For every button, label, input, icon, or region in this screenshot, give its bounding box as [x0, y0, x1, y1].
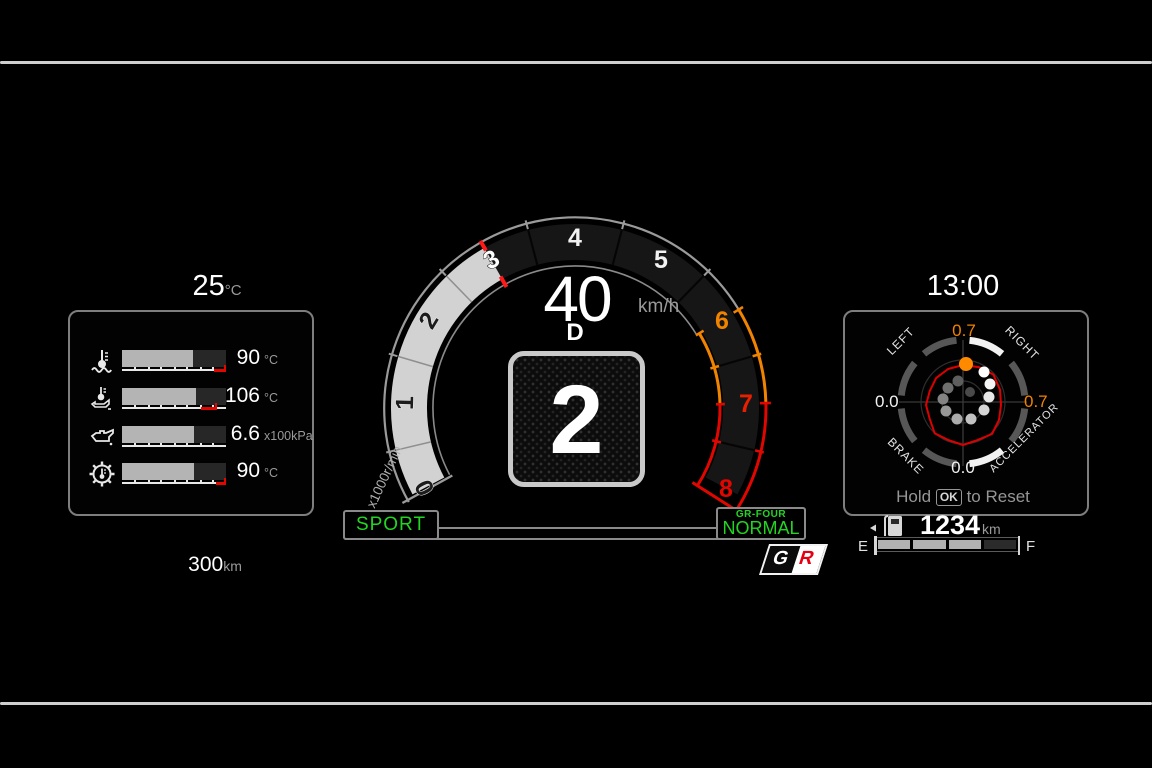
oil-temperature-icon — [88, 385, 116, 413]
fuel-segment — [878, 540, 910, 549]
fuel-gauge — [875, 537, 1019, 552]
ok-key-icon: OK — [936, 489, 962, 506]
gauge-unit: °C — [264, 353, 278, 367]
drive-mode-label: SPORT — [356, 514, 426, 536]
gauge-bar-fill — [122, 388, 196, 405]
bezel-bottom-edge — [0, 702, 1152, 705]
gauge-scale — [122, 482, 226, 490]
coolant-temperature-icon — [88, 347, 116, 375]
g-value-left: 0.0 — [875, 392, 899, 412]
tach-number-6: 6 — [715, 307, 729, 335]
speed-unit: km/h — [638, 296, 679, 318]
gr-four-mode: NORMAL — [722, 520, 799, 537]
reset-hint-prefix: Hold — [896, 487, 931, 506]
gear-indicator-box: 2 — [508, 351, 645, 487]
g-history-dots — [938, 367, 996, 425]
gauge-unit: °C — [264, 466, 278, 480]
fuel-segment — [949, 540, 981, 549]
tach-unit-label: x1000r/min — [364, 443, 406, 510]
gauge-scale — [122, 407, 226, 415]
g-value-bottom: 0.0 — [947, 458, 979, 478]
gauge-value: 90 — [220, 346, 260, 370]
gr-four-badge: GR-FOUR NORMAL — [716, 507, 806, 540]
oil-pressure-icon — [88, 423, 116, 451]
ambient-temperature: 25°C — [152, 270, 282, 303]
ambient-temperature-unit: °C — [225, 282, 242, 299]
gear-number: 2 — [550, 371, 604, 468]
gauge-bar — [122, 426, 226, 443]
g-value-top: 0.7 — [948, 321, 980, 341]
instrument-cluster: 25°C 90 °C — [0, 0, 1152, 768]
tach-number-7: 7 — [739, 390, 753, 418]
oil-pressure-gauge: 6.6 x100kPa — [70, 421, 308, 455]
gauge-value: 90 — [220, 459, 260, 483]
oil-temperature-gauge: 106 °C — [70, 383, 308, 417]
fuel-segment-empty — [984, 540, 1016, 549]
transmission-temperature-icon — [88, 460, 116, 488]
g-ring-highlight-right — [970, 340, 1003, 354]
fuel-gauge-left-cap — [874, 536, 877, 555]
tach-number-1: 1 — [391, 396, 419, 411]
fuel-full-label: F — [1026, 538, 1035, 555]
fuel-gauge-right-cap — [1018, 536, 1021, 555]
fuel-segment — [913, 540, 945, 549]
g-current-dot — [959, 357, 973, 371]
gauge-bar — [122, 388, 226, 405]
g-meter-reset-hint: Hold OK to Reset — [843, 487, 1083, 507]
shift-position: D — [525, 319, 625, 347]
gauge-unit: x100kPa — [264, 429, 313, 443]
gauge-scale — [122, 445, 226, 453]
tach-number-8: 8 — [719, 475, 733, 503]
gauge-bar — [122, 463, 226, 480]
fuel-empty-label: E — [858, 538, 868, 555]
transmission-temperature-gauge: 90 °C — [70, 458, 308, 492]
gr-logo: G R — [759, 544, 828, 575]
ambient-temperature-value: 25 — [192, 270, 224, 302]
gauge-unit: °C — [264, 391, 278, 405]
clock: 13:00 — [893, 270, 1033, 303]
vehicle-status-panel: 90 °C 106 °C — [68, 310, 314, 516]
tach-number-4: 4 — [568, 224, 582, 252]
odometer-unit: km — [223, 558, 242, 574]
gauge-scale — [122, 369, 226, 377]
drive-mode-badge: SPORT — [343, 510, 439, 540]
bezel-top-edge — [0, 61, 1152, 64]
gauge-bar-fill — [122, 463, 194, 480]
g-value-right: 0.7 — [1024, 392, 1048, 412]
gauge-value: 6.6 — [220, 422, 260, 446]
reset-hint-suffix: to Reset — [967, 487, 1030, 506]
gauge-bar — [122, 350, 226, 367]
gr-logo-g: G — [770, 548, 792, 570]
coolant-temperature-gauge: 90 °C — [70, 345, 308, 379]
odometer: 300km — [150, 553, 280, 577]
fuel-range-unit: km — [982, 521, 1001, 537]
gauge-value: 106 — [220, 384, 260, 408]
gauge-bar-fill — [122, 426, 194, 443]
gauge-bar-fill — [122, 350, 193, 367]
odometer-value: 300 — [188, 553, 223, 576]
